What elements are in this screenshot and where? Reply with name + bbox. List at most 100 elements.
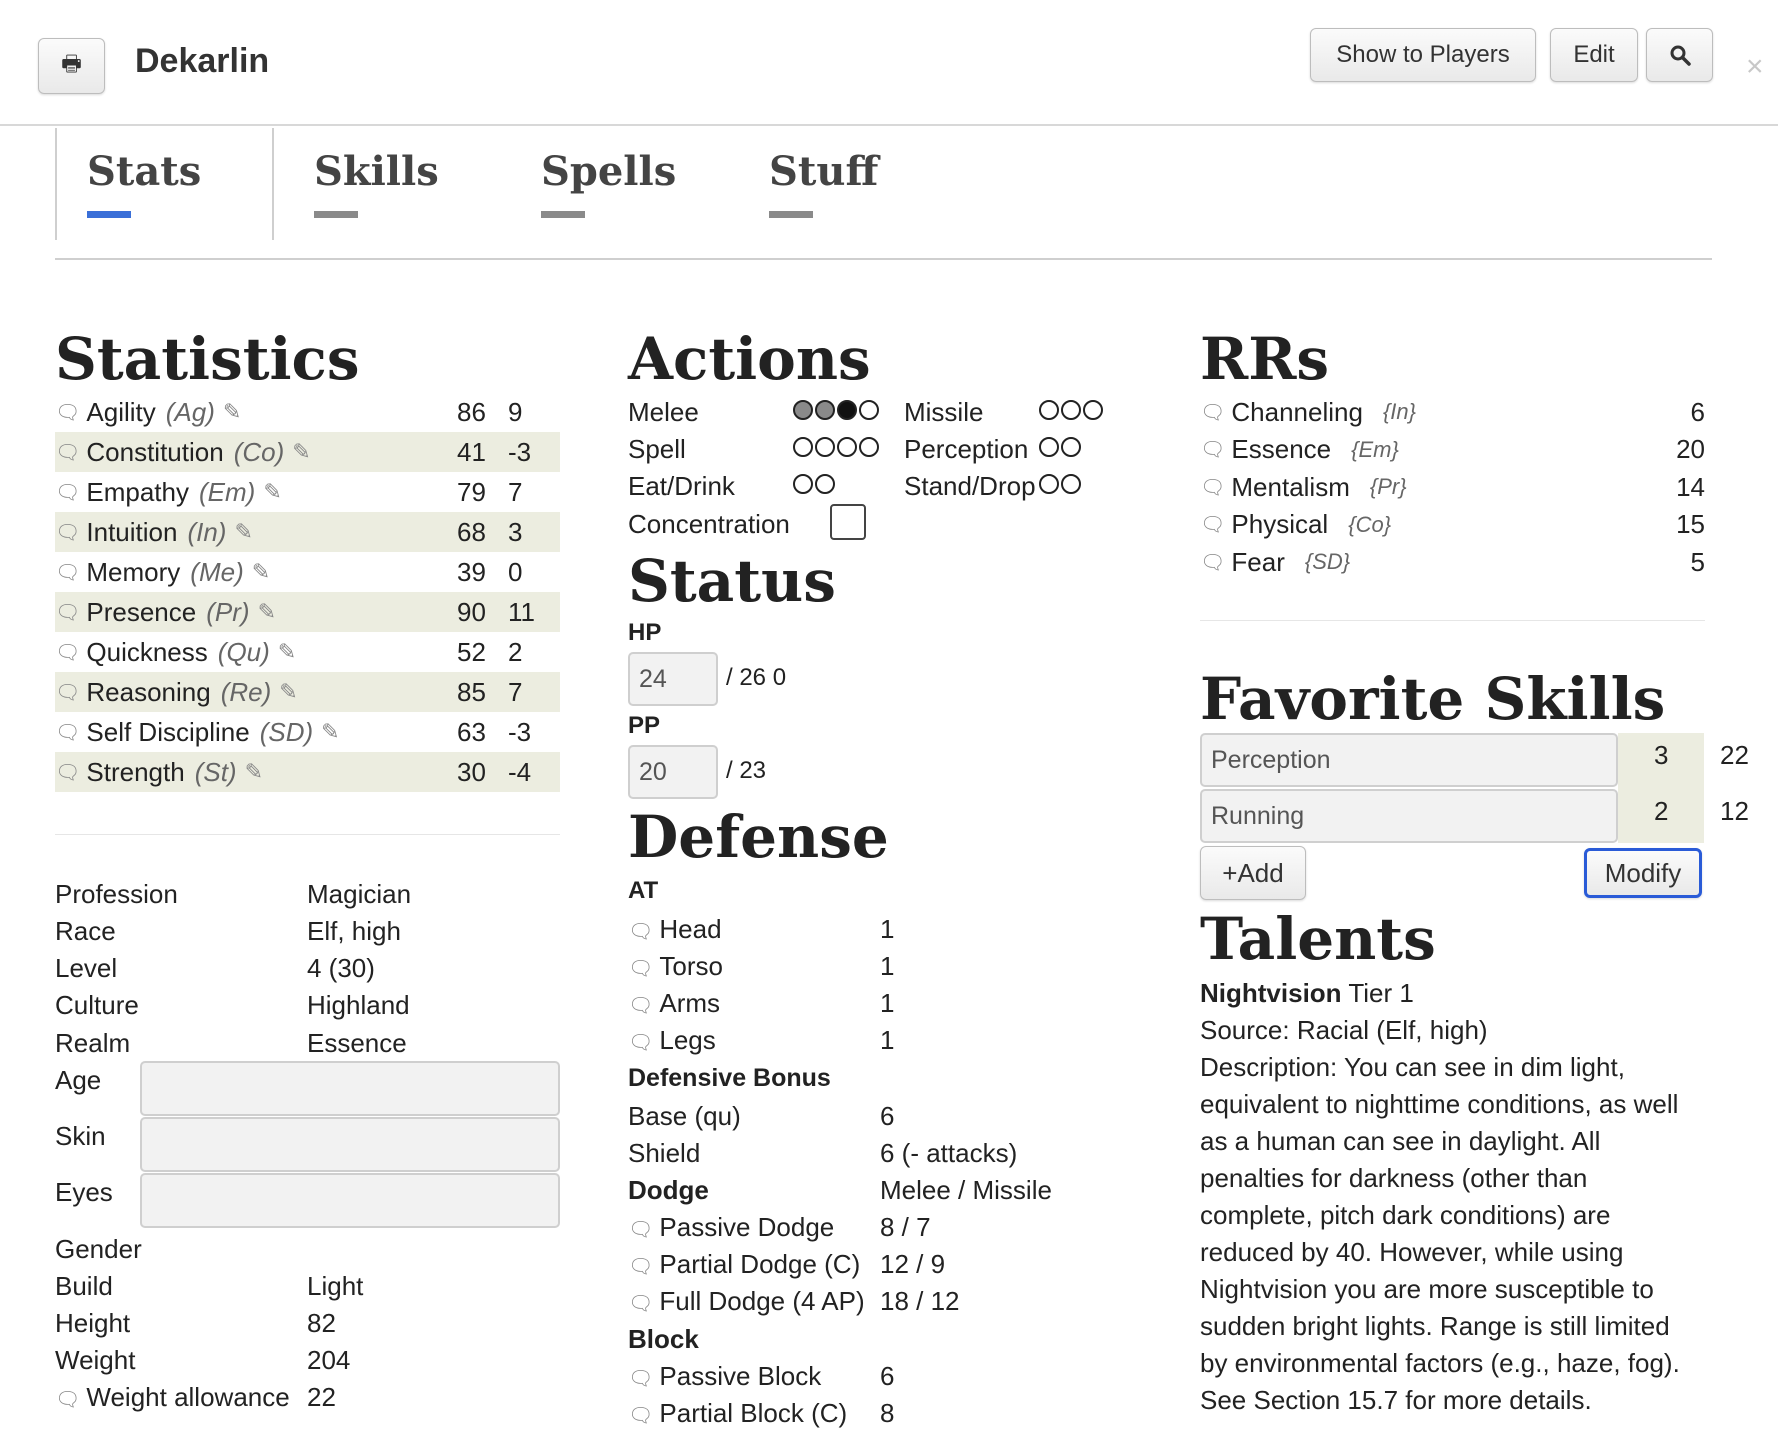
stat-value: 63	[457, 716, 486, 747]
at-label: AT	[628, 877, 659, 904]
roll-icon[interactable]: 🗨	[628, 921, 653, 943]
edit-icon[interactable]: ✎	[278, 639, 296, 665]
roll-icon[interactable]: 🗨	[55, 480, 80, 505]
edit-icon[interactable]: ✎	[245, 759, 263, 785]
tab-stats[interactable]: Stats	[87, 148, 201, 195]
stat-name: Self Discipline	[86, 716, 250, 747]
roll-icon[interactable]: 🗨	[55, 560, 80, 585]
close-icon[interactable]: ×	[1746, 50, 1764, 84]
age-field[interactable]	[140, 1061, 560, 1116]
favorite-skill-field[interactable]: Perception	[1200, 733, 1618, 787]
stat-abbr: (SD)	[259, 716, 314, 747]
stat-bonus: 0	[508, 556, 523, 587]
modify-favorites-button[interactable]: Modify	[1584, 848, 1702, 898]
talent-tier: Tier 1	[1348, 978, 1414, 1008]
rr-row: 🗨 Mentalism {Pr} 14	[1200, 467, 1705, 507]
stat-value: 90	[457, 596, 486, 627]
rr-value: 15	[1676, 509, 1705, 539]
race-value: Elf, high	[307, 916, 401, 946]
realm-value: Essence	[307, 1028, 407, 1058]
roll-icon[interactable]: 🗨	[55, 680, 80, 705]
edit-icon[interactable]: ✎	[292, 439, 310, 465]
perception-action-dots[interactable]	[1039, 430, 1083, 461]
stat-row: 🗨 Empathy (Em) ✎ 79 7	[55, 472, 560, 512]
roll-icon[interactable]: 🗨	[628, 995, 653, 1017]
roll-icon[interactable]: 🗨	[628, 1293, 653, 1315]
tab-spells[interactable]: Spells	[541, 148, 676, 195]
roll-icon[interactable]: 🗨	[628, 958, 653, 980]
hp-label: HP	[628, 619, 662, 646]
stat-value: 85	[457, 676, 486, 707]
roll-icon[interactable]: 🗨	[1200, 437, 1225, 462]
favorite-skill-bonus: 22	[1720, 740, 1749, 770]
favorite-skill-field[interactable]: Running	[1200, 789, 1618, 843]
shield-value: 6 (- attacks)	[880, 1138, 1018, 1168]
spell-action-dots[interactable]	[793, 430, 881, 461]
roll-icon[interactable]: 🗨	[55, 640, 80, 665]
roll-icon[interactable]: 🗨	[628, 1256, 653, 1278]
stat-abbr: (Co)	[233, 436, 285, 467]
rr-abbr: {SD}	[1304, 549, 1351, 574]
talent-title: Nightvision Tier 1	[1200, 978, 1414, 1009]
stat-name: Memory	[86, 556, 181, 587]
edit-icon[interactable]: ✎	[258, 599, 276, 625]
print-button[interactable]: 🖶	[38, 38, 105, 94]
age-label: Age	[55, 1065, 102, 1095]
defense-label: Full Dodge (4 AP)	[659, 1286, 865, 1316]
add-favorite-button[interactable]: +Add	[1200, 846, 1306, 900]
edit-icon[interactable]: ✎	[234, 519, 252, 545]
stand-drop-action-dots[interactable]	[1039, 467, 1083, 498]
stat-name: Quickness	[86, 636, 208, 667]
rr-row: 🗨 Channeling {In} 6	[1200, 392, 1705, 432]
roll-icon[interactable]: 🗨	[628, 1032, 653, 1054]
talent-description-line: Description: You can see in dim light,	[1200, 1052, 1625, 1082]
edit-button[interactable]: Edit	[1550, 28, 1638, 82]
talent-source: Source: Racial (Elf, high)	[1200, 1015, 1488, 1045]
roll-icon[interactable]: 🗨	[1200, 475, 1225, 500]
roll-icon[interactable]: 🗨	[1200, 512, 1225, 537]
edit-icon[interactable]: ✎	[279, 679, 297, 705]
talent-description-line: complete, pitch dark conditions) are	[1200, 1200, 1611, 1230]
tab-stuff[interactable]: Stuff	[769, 148, 878, 195]
edit-icon[interactable]: ✎	[223, 399, 241, 425]
block-label: Block	[628, 1324, 699, 1354]
profession-value: Magician	[307, 879, 412, 909]
roll-icon[interactable]: 🗨	[55, 720, 80, 745]
stat-name: Constitution	[86, 436, 224, 467]
roll-icon[interactable]: 🗨	[55, 520, 80, 545]
eyes-label: Eyes	[55, 1177, 113, 1207]
roll-icon[interactable]: 🗨	[55, 1389, 80, 1411]
edit-icon[interactable]: ✎	[252, 559, 270, 585]
stat-value: 68	[457, 516, 486, 547]
roll-icon[interactable]: 🗨	[55, 760, 80, 785]
rr-abbr: {Co}	[1348, 511, 1392, 537]
search-button[interactable]	[1646, 28, 1713, 82]
melee-action-dots[interactable]	[793, 393, 881, 424]
edit-icon[interactable]: ✎	[263, 479, 281, 505]
roll-icon[interactable]: 🗨	[55, 440, 80, 465]
rr-value: 14	[1676, 471, 1705, 502]
hp-input[interactable]: 24	[628, 652, 718, 706]
pp-input[interactable]: 20	[628, 745, 718, 799]
roll-icon[interactable]: 🗨	[628, 1405, 653, 1427]
concentration-checkbox[interactable]	[830, 504, 866, 540]
stat-abbr: (Qu)	[217, 636, 270, 667]
print-icon: 🖶	[61, 51, 82, 76]
missile-action-dots[interactable]	[1039, 393, 1105, 424]
edit-icon[interactable]: ✎	[321, 719, 339, 745]
roll-icon[interactable]: 🗨	[1200, 400, 1225, 425]
roll-icon[interactable]: 🗨	[1200, 550, 1225, 575]
skin-field[interactable]	[140, 1117, 560, 1172]
talent-name: Nightvision	[1200, 978, 1342, 1008]
roll-icon[interactable]: 🗨	[55, 400, 80, 425]
show-to-players-button[interactable]: Show to Players	[1310, 28, 1536, 82]
status-heading: Status	[628, 547, 836, 615]
eat-drink-action-dots[interactable]	[793, 467, 837, 498]
talent-description-line: penalties for darkness (other than	[1200, 1163, 1588, 1193]
tab-skills[interactable]: Skills	[314, 148, 439, 195]
roll-icon[interactable]: 🗨	[628, 1219, 653, 1241]
eyes-field[interactable]	[140, 1173, 560, 1228]
roll-icon[interactable]: 🗨	[628, 1368, 653, 1390]
roll-icon[interactable]: 🗨	[55, 600, 80, 625]
defense-value: 1	[880, 951, 895, 981]
